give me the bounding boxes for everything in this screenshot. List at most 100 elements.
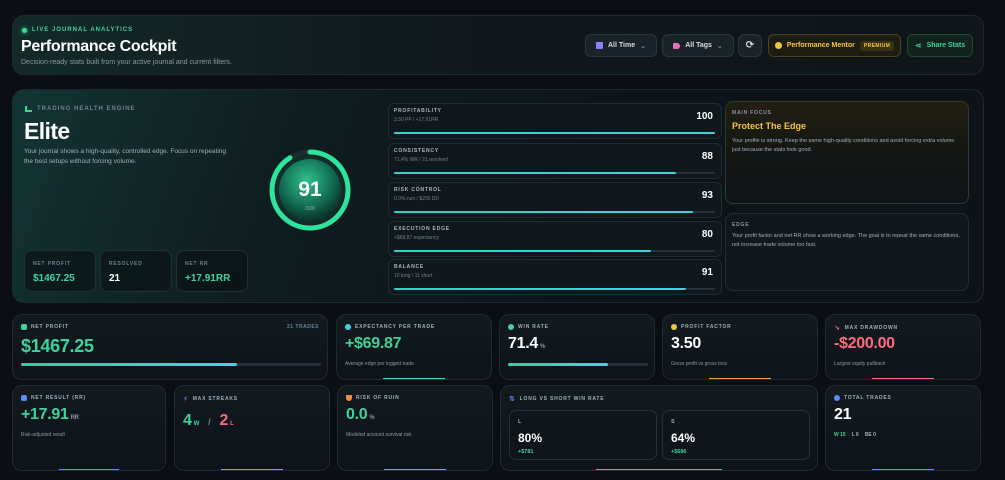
card-glow: [872, 378, 934, 379]
win-rate-value: 71.4%: [508, 335, 545, 352]
long-profit: +$781: [518, 449, 534, 455]
scale-icon: [21, 395, 27, 401]
net-profit-bar-fill: [21, 363, 237, 366]
engine-label-text: TRADING HEALTH ENGINE: [37, 106, 136, 112]
card-glow: [58, 469, 120, 470]
card-label: WIN RATE: [508, 324, 549, 330]
risk-of-ruin-card: RISK OF RUIN 0.0% Modeled account surviv…: [337, 385, 493, 471]
card-label: ⇅ LONG VS SHORT WIN RATE: [509, 396, 605, 403]
health-engine-panel: TRADING HEALTH ENGINE Elite Your journal…: [12, 89, 984, 303]
tags-filter-dropdown[interactable]: All Tags ⌄: [662, 34, 734, 57]
profit-factor-value: 3.50: [671, 335, 701, 352]
total-trades-value: 21: [834, 406, 852, 423]
mini-stat-value: +17.91RR: [185, 273, 231, 284]
metric-track: [394, 250, 715, 252]
expectancy-sub: Average edge per logged trade: [345, 361, 414, 367]
net-result-value: +17.91 RR: [21, 406, 79, 423]
edge-text: Your profit factor and net RR show a wor…: [732, 233, 960, 248]
live-label-text: LIVE JOURNAL ANALYTICS: [32, 27, 134, 33]
card-label: PROFIT FACTOR: [671, 324, 732, 330]
edge-label: EDGE: [732, 222, 750, 228]
metric-value: 100: [696, 111, 713, 122]
metric-fill: [394, 132, 715, 134]
main-focus-text: Your profile is strong. Keep the same hi…: [732, 138, 955, 153]
refresh-button[interactable]: ⟳: [738, 34, 762, 57]
net-profit-card: NET PROFIT 21 TRADES $1467.25: [12, 314, 328, 380]
share-stats-button[interactable]: ⋖ Share Stats: [907, 34, 973, 57]
card-glow: [383, 378, 445, 379]
bar-chart-icon: [25, 106, 32, 112]
health-score-value: 91: [298, 178, 322, 201]
metric-detail: 0.0% ruin / $200 DD: [394, 196, 440, 202]
metric-track: [394, 132, 715, 134]
arrows-vertical-icon: ⇅: [509, 396, 516, 403]
mini-stat-net-rr: NET RR +17.91RR: [176, 250, 248, 292]
metric-value: 93: [701, 190, 713, 201]
trend-down-icon: ↘: [834, 325, 841, 332]
metric-fill: [394, 288, 687, 290]
card-label: NET RESULT (RR): [21, 395, 86, 401]
health-description: Your journal shows a high-quality, contr…: [24, 148, 226, 165]
net-result-sub: Risk-adjusted result: [21, 432, 65, 438]
metric-value: 88: [701, 151, 713, 162]
mentor-icon: [774, 42, 782, 49]
profit-factor-card: PROFIT FACTOR 3.50 Gross profit vs gross…: [662, 314, 818, 380]
refresh-icon: ⟳: [745, 40, 755, 51]
metric-detail: 3.50 PF / +17.91RR: [394, 117, 439, 123]
check-circle-icon: [508, 324, 514, 330]
expectancy-value: +$69.87: [345, 335, 402, 352]
metric-fill: [394, 250, 651, 252]
metric-fill: [394, 172, 677, 174]
tags-filter-label: All Tags: [685, 42, 712, 49]
max-drawdown-card: ↘ MAX DRAWDOWN -$200.00 Largest equity pu…: [825, 314, 981, 380]
metric-name: EXECUTION EDGE: [394, 226, 450, 232]
long-win-rate: 80%: [518, 431, 543, 445]
metric-fill: [394, 211, 693, 213]
main-focus-label: MAIN FOCUS: [732, 110, 772, 116]
risk-of-ruin-value: 0.0%: [346, 406, 375, 423]
page-title: Performance Cockpit: [21, 38, 177, 55]
time-filter-dropdown[interactable]: All Time ⌄: [585, 34, 657, 57]
card-label: TOTAL TRADES: [834, 395, 892, 401]
card-glow: [595, 469, 723, 470]
metric-detail: 71.4% WR / 21 resolved: [394, 157, 448, 163]
metric-track: [394, 288, 715, 290]
net-profit-value: $1467.25: [21, 336, 94, 356]
live-dot-icon: [22, 27, 27, 33]
win-rate-bar-fill: [508, 363, 608, 366]
share-icon: ⋖: [914, 41, 922, 50]
mini-stat-label: RESOLVED: [109, 261, 143, 267]
net-profit-bar: [21, 363, 321, 366]
metric-track: [394, 211, 715, 213]
lightning-icon: ⚡: [183, 396, 189, 403]
max-drawdown-sub: Largest equity pullback: [834, 361, 886, 367]
health-grade: Elite: [24, 118, 70, 144]
win-rate-bar: [508, 363, 648, 366]
performance-mentor-button[interactable]: Performance Mentor PREMIUM: [768, 34, 901, 57]
wins-count: W 15: [834, 432, 846, 438]
long-win-rate-box: L 80% +$781: [509, 410, 657, 460]
premium-badge: PREMIUM: [859, 40, 895, 51]
mini-stat-net-profit: NET PROFIT $1467.25: [24, 250, 96, 292]
card-glow: [872, 469, 934, 470]
mentor-label: Performance Mentor: [786, 42, 855, 49]
metric-execution-edge: EXECUTION EDGE +$69.87 expectancy 80: [388, 221, 722, 257]
shield-icon: [346, 395, 352, 401]
long-label: L: [518, 419, 522, 425]
layers-icon: [834, 395, 840, 401]
expectancy-card: EXPECTANCY PER TRADE +$69.87 Average edg…: [336, 314, 492, 380]
coin-icon: [671, 324, 677, 330]
live-label: LIVE JOURNAL ANALYTICS: [22, 27, 133, 33]
trade-breakdown: W 15 L 6 BE 0: [834, 432, 876, 438]
risk-of-ruin-sub: Modeled account survival risk: [346, 432, 412, 438]
card-label: NET PROFIT: [21, 324, 69, 330]
net-result-card: NET RESULT (RR) +17.91 RR Risk-adjusted r…: [12, 385, 166, 471]
page-subtitle: Decision-ready stats built from your act…: [21, 59, 232, 66]
card-label: EXPECTANCY PER TRADE: [345, 324, 435, 330]
profit-factor-sub: Gross profit vs gross loss: [671, 361, 728, 367]
metric-name: BALANCE: [394, 264, 425, 270]
card-glow: [384, 469, 446, 470]
losses-count: L 6: [851, 432, 859, 438]
short-win-rate-box: S 64% +$686: [662, 410, 810, 460]
mini-stat-label: NET PROFIT: [33, 261, 71, 267]
